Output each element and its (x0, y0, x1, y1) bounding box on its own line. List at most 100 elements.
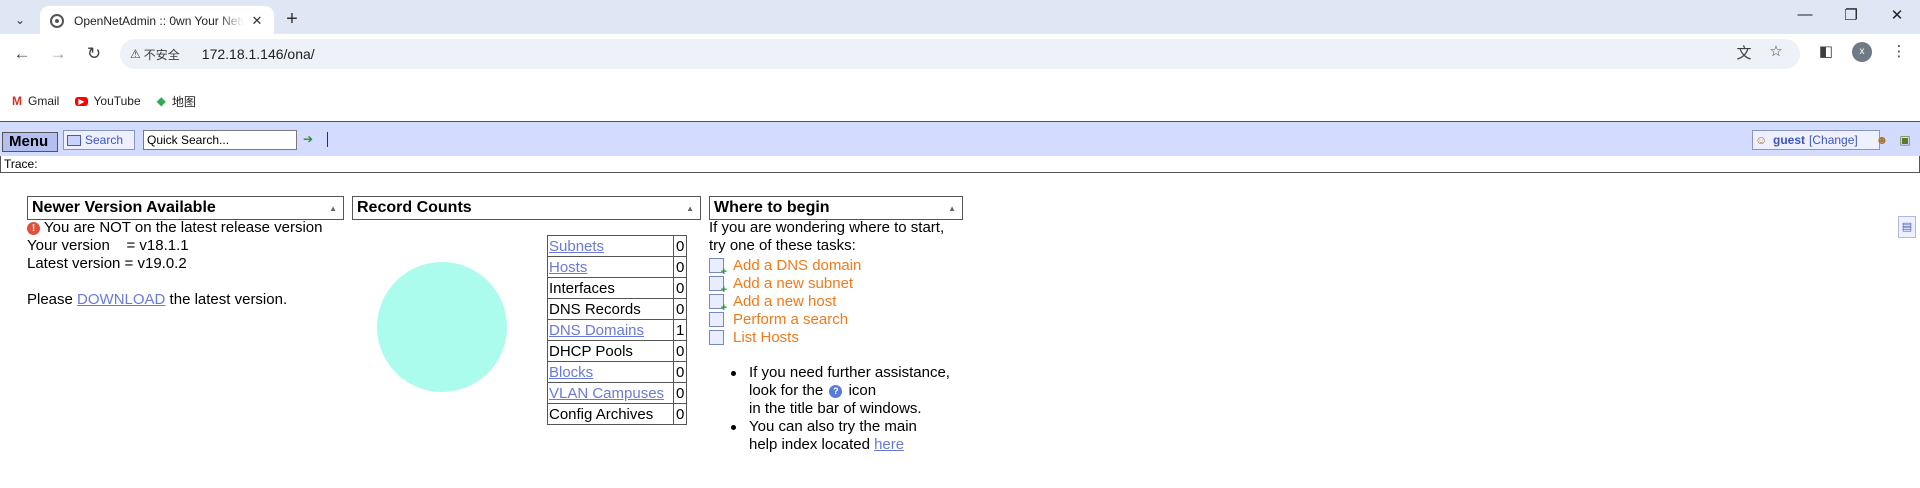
record-counts-table: Subnets 0 Hosts 0 Interfaces 0 DNS Records 0 DNS… (547, 235, 687, 425)
go-arrow-icon[interactable]: ➔ (303, 132, 313, 146)
help-index-link[interactable]: here (874, 436, 904, 453)
browser-tab[interactable]: OpenNetAdmin :: 0wn Your Network ✕ (40, 6, 274, 36)
table-row: Blocks 0 (547, 361, 687, 383)
collapse-icon[interactable]: ▲ (329, 198, 337, 220)
task-label[interactable]: Add a new host (733, 293, 836, 310)
logout-icon[interactable]: ▣ (1897, 132, 1913, 148)
record-type-cell[interactable]: DNS Domains (547, 319, 674, 341)
task-link[interactable]: Add a new subnet (709, 274, 853, 296)
record-type-label: Config Archives (549, 405, 654, 423)
bookmark-maps[interactable]: ◆ 地图 (157, 93, 196, 110)
record-count-cell: 0 (673, 277, 687, 299)
security-label[interactable]: 不安全 (144, 46, 190, 63)
tab-search-button[interactable]: ⌄ (8, 9, 32, 31)
bookmarks-bar: M Gmail ▶ YouTube ◆ 地图 (0, 88, 1920, 114)
task-label[interactable]: Perform a search (733, 311, 848, 328)
task-label[interactable]: Add a new subnet (733, 275, 853, 292)
search-button[interactable]: Search (63, 130, 135, 150)
list-icon (709, 329, 724, 345)
bookmark-label: 地图 (171, 94, 196, 109)
chevron-down-icon: ⌄ (14, 13, 26, 27)
help-text: look for the ? icon (749, 382, 950, 400)
user-info[interactable]: ☺ guest [Change] (1752, 130, 1880, 150)
download-line: Please DOWNLOAD the latest version. (27, 291, 287, 308)
table-row: Interfaces 0 (547, 277, 687, 299)
search-button-label: Search (85, 133, 124, 147)
collapse-icon[interactable]: ▲ (686, 198, 694, 220)
begin-panel-title: Where to begin ▲ (709, 196, 963, 220)
record-count-cell: 0 (673, 361, 687, 383)
table-row: Hosts 0 (547, 256, 687, 278)
menu-button[interactable]: Menu (2, 132, 58, 152)
admin-user-icon[interactable]: ☻ (1874, 132, 1890, 148)
back-icon[interactable]: ← (10, 42, 34, 66)
reload-icon[interactable]: ↻ (82, 42, 106, 66)
record-type-link[interactable]: Subnets (549, 238, 604, 255)
address-bar[interactable]: ⚠ 不安全 172.18.1.146/ona/ (120, 39, 1800, 69)
task-link[interactable]: Add a DNS domain (709, 256, 861, 278)
change-user-link[interactable]: [Change] (1809, 133, 1858, 147)
minimize-icon[interactable]: — (1793, 6, 1817, 23)
record-type-cell[interactable]: Hosts (547, 256, 674, 278)
begin-intro-line1: If you are wondering where to start, (709, 219, 945, 236)
task-link[interactable]: List Hosts (709, 328, 799, 346)
help-text-part: look for the (749, 382, 824, 399)
task-label[interactable]: Add a DNS domain (733, 257, 861, 274)
begin-intro-line2: try one of these tasks: (709, 237, 856, 254)
download-prefix: Please (27, 291, 78, 308)
restore-icon[interactable]: ❐ (1839, 6, 1863, 24)
record-type-link[interactable]: Blocks (549, 364, 593, 381)
profile-avatar[interactable]: x (1852, 42, 1872, 62)
close-icon[interactable]: ✕ (248, 13, 266, 29)
record-type-cell[interactable]: Blocks (547, 361, 674, 383)
quick-search-input[interactable] (143, 130, 297, 150)
list-item: You can also try the main help index loc… (730, 418, 950, 454)
maps-icon: ◆ (156, 94, 166, 108)
browser-toolbar: ← → ↻ ⚠ 不安全 172.18.1.146/ona/ 文 ☆ ◧ x ⋮ (0, 34, 1920, 74)
add-subnet-icon (709, 275, 727, 296)
more-icon[interactable]: ⋮ (1888, 42, 1910, 60)
translate-icon[interactable]: 文 (1733, 42, 1755, 63)
bookmark-gmail[interactable]: M Gmail (12, 94, 59, 108)
user-name: guest (1773, 133, 1806, 147)
record-type-cell[interactable]: VLAN Campuses (547, 382, 674, 404)
record-type-link[interactable]: Hosts (549, 259, 587, 276)
counts-panel-title: Record Counts ▲ (352, 196, 701, 220)
help-text: If you need further assistance, (749, 364, 950, 381)
record-type-label: Interfaces (549, 279, 615, 297)
help-text: help index located here (749, 436, 950, 454)
ona-menu-bar: Menu Search ➔ ☺ guest [Change] ☻ ▣ (0, 121, 1920, 156)
table-row: Config Archives 0 (547, 403, 687, 425)
gmail-icon: M (12, 94, 22, 108)
new-tab-button[interactable]: + (282, 8, 302, 31)
your-version: Your version = v18.1.1 (27, 237, 189, 254)
table-row: DNS Domains 1 (547, 319, 687, 341)
record-count-cell: 1 (673, 319, 687, 341)
url-text[interactable]: 172.18.1.146/ona/ (202, 46, 315, 62)
task-link[interactable]: Perform a search (709, 310, 848, 328)
divider (327, 132, 328, 147)
tab-title: OpenNetAdmin :: 0wn Your Network (74, 14, 244, 28)
help-text: in the title bar of windows. (749, 400, 922, 417)
task-link[interactable]: Add a new host (709, 292, 836, 314)
alert-icon: ! (27, 221, 40, 235)
star-icon[interactable]: ☆ (1765, 42, 1787, 60)
add-host-icon (709, 293, 727, 314)
latest-version: Latest version = v19.0.2 (27, 255, 187, 272)
browser-tab-strip: ⌄ OpenNetAdmin :: 0wn Your Network ✕ + —… (0, 0, 1920, 36)
table-row: DHCP Pools 0 (547, 340, 687, 362)
panel-title-text: Record Counts (357, 199, 472, 216)
side-panel-icon[interactable]: ◧ (1815, 42, 1837, 60)
window-list-icon[interactable]: ▤ (1898, 216, 1916, 238)
download-link[interactable]: DOWNLOAD (77, 291, 165, 308)
bookmark-youtube[interactable]: ▶ YouTube (75, 94, 141, 108)
collapse-icon[interactable]: ▲ (948, 198, 956, 220)
help-icon: ? (829, 384, 843, 398)
record-type-cell[interactable]: Subnets (547, 235, 674, 257)
task-label[interactable]: List Hosts (733, 329, 799, 346)
window-close-icon[interactable]: ✕ (1885, 6, 1909, 24)
forward-icon[interactable]: → (46, 42, 70, 66)
record-type-link[interactable]: DNS Domains (549, 322, 644, 339)
record-type-link[interactable]: VLAN Campuses (549, 385, 664, 402)
record-type-label: DNS Records (549, 300, 641, 318)
